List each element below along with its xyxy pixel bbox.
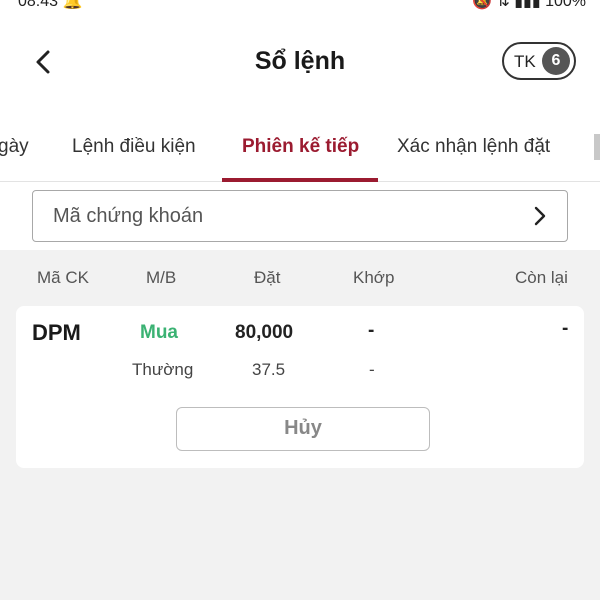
col-symbol: Mã CK xyxy=(37,268,89,287)
status-bar: 08:43 🔔 🔕 ⇅ ▮▮▮ 100% xyxy=(0,0,600,10)
order-tabs: gày Lệnh điều kiện Phiên kế tiếp Xác nhậ… xyxy=(0,110,600,182)
chevron-right-icon xyxy=(534,206,546,226)
order-type: Thường xyxy=(132,360,194,379)
table-header: Mã CK M/B Đặt Khớp Còn lại xyxy=(0,268,600,292)
tab-xac-nhan-lenh-dat[interactable]: Xác nhận lệnh đặt xyxy=(397,136,550,158)
col-placed: Đặt xyxy=(254,268,281,287)
order-matched-quantity: - xyxy=(369,360,375,379)
tab-phien-ke-tiep[interactable]: Phiên kế tiếp xyxy=(242,136,359,158)
tab-overflow-edge xyxy=(594,134,600,160)
col-matched: Khớp xyxy=(353,268,395,287)
status-icons-fragment: 🔕 ⇅ ▮▮▮ 100% xyxy=(472,0,586,10)
status-time-fragment: 08:43 🔔 xyxy=(18,0,83,10)
account-count-badge: 6 xyxy=(542,47,570,75)
filter-area: Mã chứng khoán xyxy=(0,182,600,250)
cancel-order-button[interactable]: Hủy xyxy=(176,407,430,451)
stock-symbol-select[interactable]: Mã chứng khoán xyxy=(32,190,568,242)
stock-symbol-placeholder: Mã chứng khoán xyxy=(53,205,204,227)
order-quantity: 37.5 xyxy=(252,360,286,379)
order-symbol: DPM xyxy=(32,320,81,345)
tab-ngay[interactable]: gày xyxy=(0,136,29,158)
order-side: Mua xyxy=(140,322,178,343)
app-header: Sổ lệnh TK 6 xyxy=(0,10,600,110)
order-matched: - xyxy=(368,320,375,341)
order-price: 80,000 xyxy=(235,322,294,343)
account-selector[interactable]: TK 6 xyxy=(502,42,576,80)
account-label: TK xyxy=(514,52,536,71)
col-side: M/B xyxy=(146,268,177,287)
tab-lenh-dieu-kien[interactable]: Lệnh điều kiện xyxy=(72,136,196,158)
order-row: DPM Mua 80,000 - - Thường 37.5 - Hủy xyxy=(16,306,584,468)
order-remaining: - xyxy=(562,318,569,339)
col-remaining: Còn lại xyxy=(515,268,568,287)
